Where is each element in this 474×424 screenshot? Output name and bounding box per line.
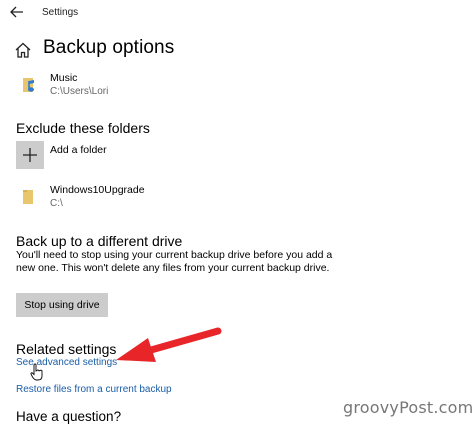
folder-name: Windows10Upgrade <box>50 184 145 196</box>
back-button[interactable] <box>8 4 26 20</box>
add-folder-button[interactable] <box>16 141 44 169</box>
watermark-text: groovyPost.com <box>343 398 474 417</box>
arrow-left-icon <box>10 6 23 18</box>
related-settings-heading: Related settings <box>16 341 117 357</box>
stop-using-drive-button[interactable]: Stop using drive <box>16 293 108 317</box>
plus-icon <box>23 148 37 162</box>
excluded-folder-item[interactable]: Windows10Upgrade C:\ <box>18 182 178 212</box>
backup-folder-item[interactable]: Music C:\Users\Lori <box>18 70 138 100</box>
page-title: Backup options <box>43 37 175 58</box>
home-icon <box>14 41 32 59</box>
window-title: Settings <box>42 7 79 18</box>
annotation-arrow-icon <box>116 327 222 362</box>
exclude-heading: Exclude these folders <box>16 120 150 136</box>
folder-path: C:\Users\Lori <box>50 86 109 97</box>
different-drive-description: You'll need to stop using your current b… <box>16 249 333 274</box>
folder-path: C:\ <box>50 198 63 209</box>
add-folder-label[interactable]: Add a folder <box>50 144 107 156</box>
different-drive-heading: Back up to a different drive <box>16 233 183 249</box>
folder-name: Music <box>50 72 78 84</box>
hand-cursor-icon <box>30 363 43 381</box>
music-folder-icon <box>22 76 36 92</box>
folder-icon <box>22 188 36 204</box>
restore-files-link[interactable]: Restore files from a current backup <box>16 384 172 395</box>
